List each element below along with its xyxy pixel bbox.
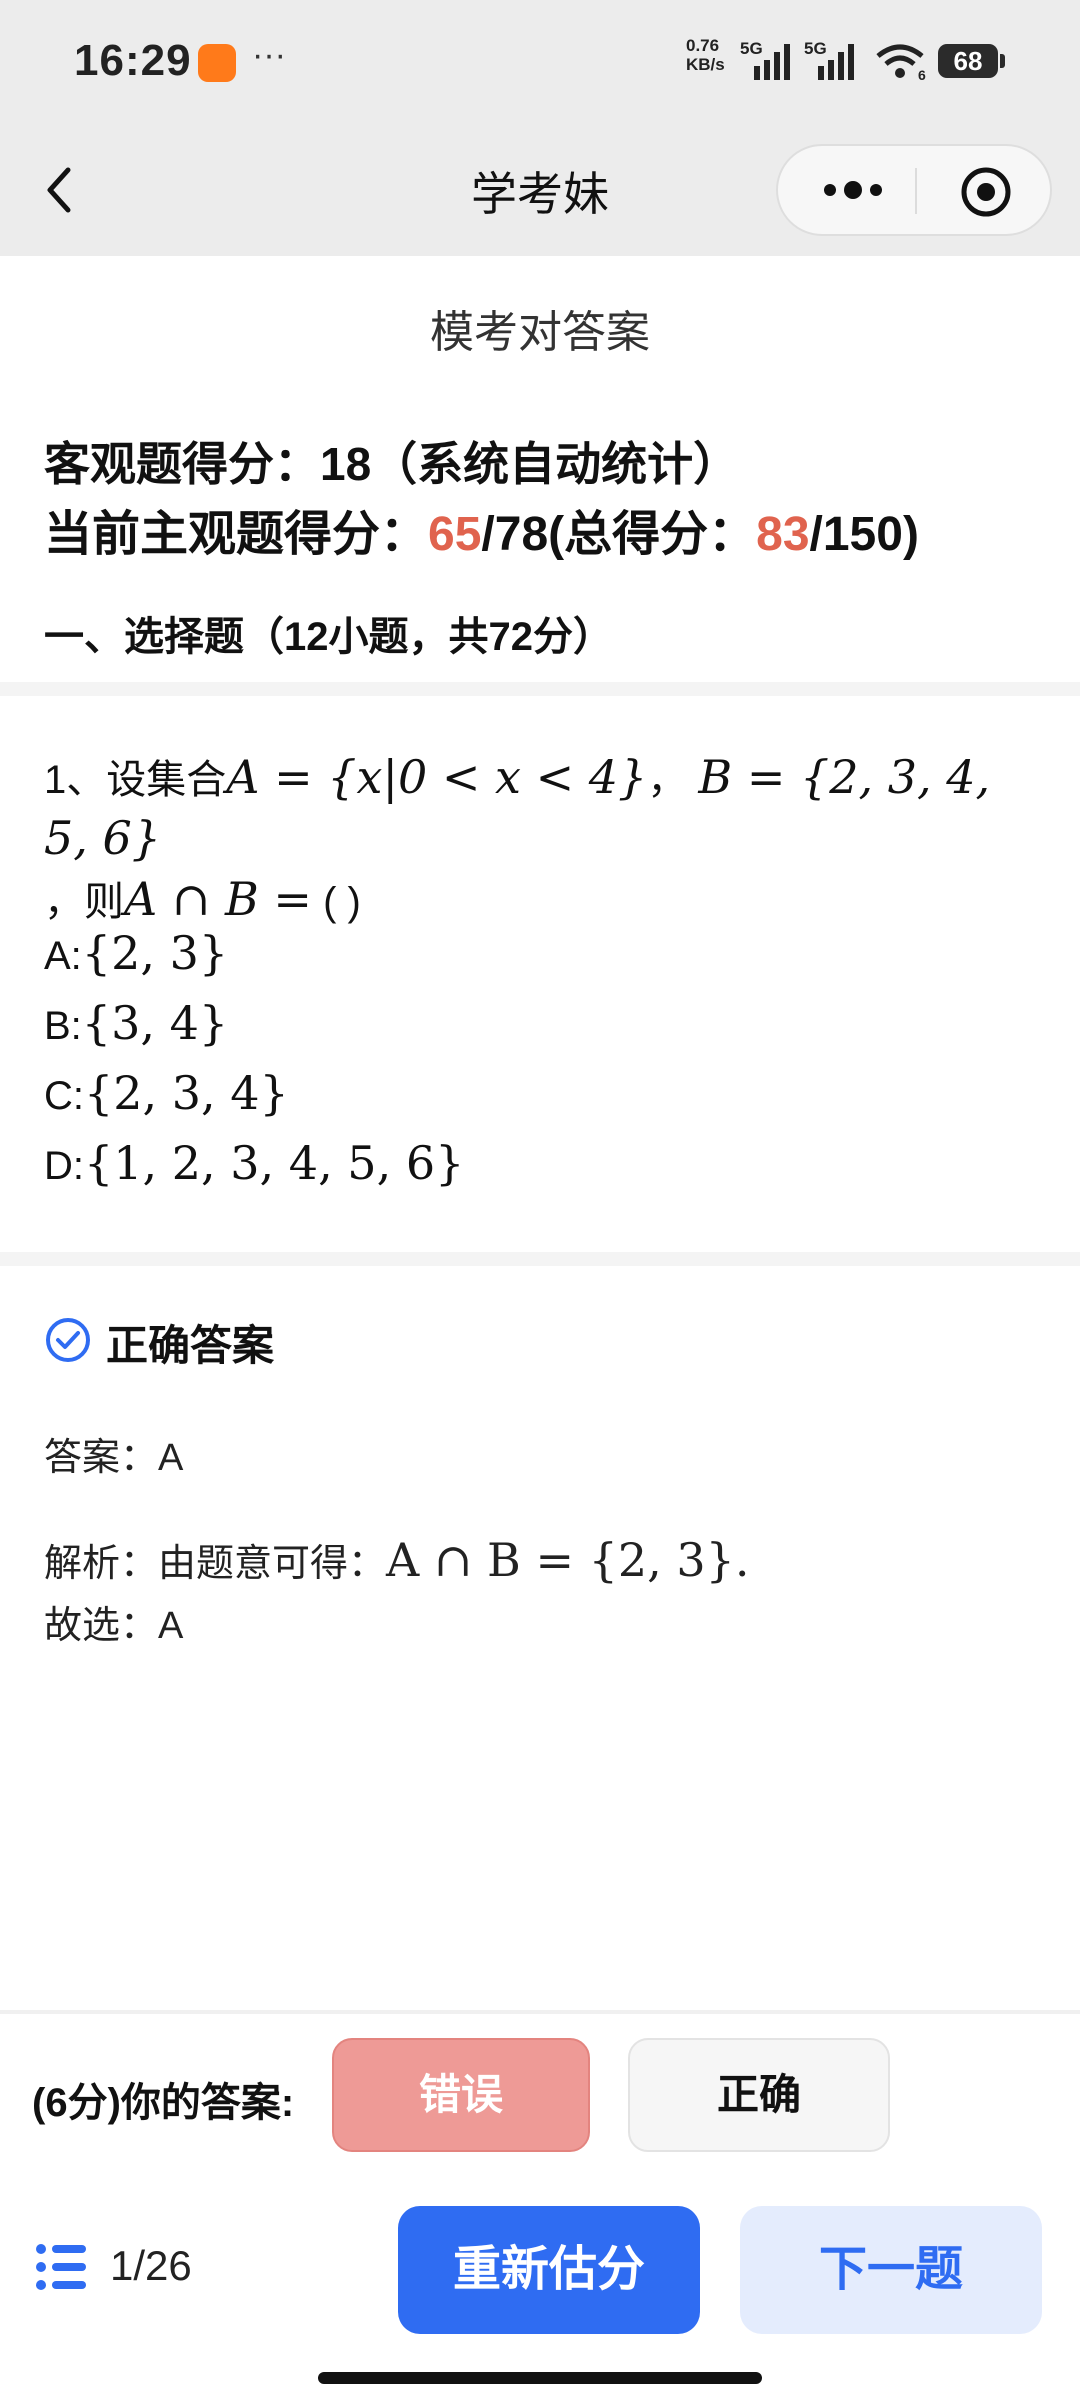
answer-line: 答案：A	[44, 1437, 184, 1479]
mark-correct-button[interactable]: 正确	[628, 2038, 890, 2152]
your-answer-label: (6分)你的答案:	[32, 2081, 295, 2125]
next-question-button[interactable]: 下一题	[740, 2206, 1042, 2334]
close-miniapp-icon[interactable]	[960, 166, 1012, 218]
option-a: A:{2, 3}	[44, 926, 229, 980]
objective-score: 客观题得分：18（系统自动统计）	[44, 438, 740, 490]
mark-wrong-button[interactable]: 错误	[332, 2038, 590, 2152]
section-title: 一、选择题（12小题，共72分）	[44, 615, 613, 659]
question-list-icon[interactable]	[34, 2240, 88, 2294]
analysis-line: 解析：由题意可得：A ∩ B = {2, 3}.	[44, 1533, 750, 1587]
footer-divider	[0, 2010, 1080, 2014]
divider	[0, 1252, 1080, 1266]
question-text: 1、设集合A = {x|0 < x < 4}， B = {2, 3, 4, 5,…	[44, 750, 991, 926]
subjective-score: 65	[428, 508, 482, 561]
status-bar: 16:29 ··· 0.76 KB/s 5G 5G 6 68	[0, 0, 1080, 124]
total-score: 83	[756, 508, 810, 561]
top-bar: 16:29 ··· 0.76 KB/s 5G 5G 6 68 学考妹	[0, 0, 1080, 256]
battery-indicator: 68	[938, 44, 998, 78]
svg-text:5G: 5G	[740, 40, 763, 58]
reestimate-button[interactable]: 重新估分	[398, 2206, 700, 2334]
svg-text:6: 6	[918, 67, 926, 82]
home-indicator[interactable]	[318, 2372, 762, 2384]
signal-1-icon: 5G	[740, 40, 790, 80]
svg-text:5G: 5G	[804, 40, 827, 58]
option-d: D:{1, 2, 3, 4, 5, 6}	[44, 1136, 465, 1190]
capsule-divider	[915, 168, 917, 214]
signal-2-icon: 5G	[804, 40, 854, 80]
divider	[0, 682, 1080, 696]
notification-app-icon	[198, 44, 236, 82]
network-speed: 0.76 KB/s	[686, 36, 725, 74]
subjective-score-line: 当前主观题得分：65/78(总得分：83/150)	[44, 508, 919, 561]
battery-tip	[1000, 54, 1005, 68]
choose-line: 故选：A	[44, 1605, 184, 1647]
option-b: B:{3, 4}	[44, 996, 229, 1050]
more-notifications-icon: ···	[252, 36, 286, 74]
option-c: C:{2, 3, 4}	[44, 1066, 289, 1120]
wifi-icon: 6	[876, 44, 926, 82]
page-subtitle: 模考对答案	[430, 308, 650, 357]
question-pager[interactable]: 1/26	[110, 2242, 192, 2290]
check-circle-icon	[46, 1318, 90, 1362]
miniapp-capsule	[776, 144, 1052, 236]
correct-answer-title: 正确答案	[106, 1322, 275, 1369]
status-time: 16:29	[74, 36, 192, 85]
more-options-icon[interactable]	[818, 172, 888, 208]
